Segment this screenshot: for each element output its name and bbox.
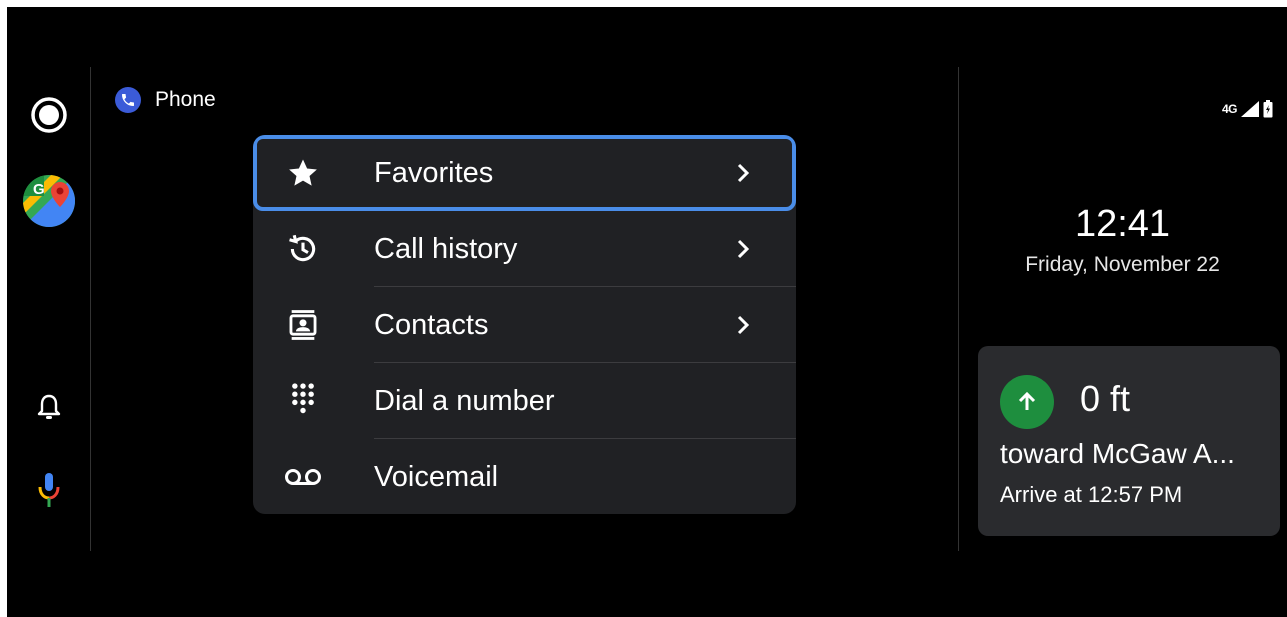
menu-item-dial-a-number[interactable]: Dial a number	[253, 363, 796, 439]
voicemail-icon	[283, 457, 323, 497]
arrival-time: Arrive at 12:57 PM	[1000, 482, 1183, 507]
home-icon	[31, 97, 67, 133]
app-rail: G	[7, 7, 91, 617]
menu-item-label: Contacts	[374, 308, 489, 341]
menu-item-label: Favorites	[374, 156, 494, 189]
notifications-button[interactable]	[33, 389, 65, 425]
svg-text:G: G	[33, 181, 45, 198]
menu-item-label: Call history	[374, 232, 518, 265]
microphone-icon	[38, 473, 60, 507]
next-street: toward McGaw A...	[1000, 438, 1235, 469]
chevron-right-icon	[733, 311, 753, 339]
chevron-right-icon	[733, 235, 753, 263]
history-icon	[283, 229, 323, 269]
home-button[interactable]	[28, 94, 70, 136]
turn-distance: 0 ft	[1080, 378, 1131, 419]
bell-icon	[37, 394, 61, 419]
google-maps-icon: G	[23, 175, 75, 227]
maps-app-button[interactable]: G	[21, 173, 77, 229]
rail-divider	[90, 67, 91, 551]
menu-item-favorites[interactable]: Favorites	[253, 135, 796, 211]
menu-item-label: Voicemail	[374, 460, 499, 493]
contacts-icon	[283, 305, 323, 345]
app-title: Phone	[155, 88, 216, 111]
turn-indicator	[1000, 375, 1054, 429]
menu-item-voicemail[interactable]: Voicemail	[253, 439, 796, 514]
battery-charging-icon	[1263, 100, 1273, 118]
clock-time: 12:41	[1074, 203, 1171, 245]
network-type: 4G	[1221, 102, 1238, 116]
phone-menu: Favorites Call history Contacts Dial a n…	[253, 135, 796, 514]
panel-divider	[958, 67, 959, 551]
menu-item-contacts[interactable]: Contacts	[253, 287, 796, 363]
signal-icon	[1241, 101, 1259, 117]
phone-app-icon	[115, 87, 141, 113]
dialpad-icon	[283, 381, 323, 421]
arrow-up-icon	[1018, 391, 1036, 410]
chevron-right-icon	[733, 159, 753, 187]
voice-assistant-button[interactable]	[33, 469, 65, 513]
clock-date: Friday, November 22	[1025, 253, 1220, 276]
navigation-card[interactable]: 0 ft toward McGaw A... Arrive at 12:57 P…	[978, 346, 1280, 536]
android-auto-screen: G Phone Favorites Call history Contacts …	[7, 7, 1287, 617]
app-header: Phone	[115, 87, 216, 113]
menu-item-label: Dial a number	[374, 384, 555, 417]
menu-item-call-history[interactable]: Call history	[253, 211, 796, 287]
status-bar: 4G	[1222, 100, 1273, 118]
star-icon	[283, 153, 323, 193]
